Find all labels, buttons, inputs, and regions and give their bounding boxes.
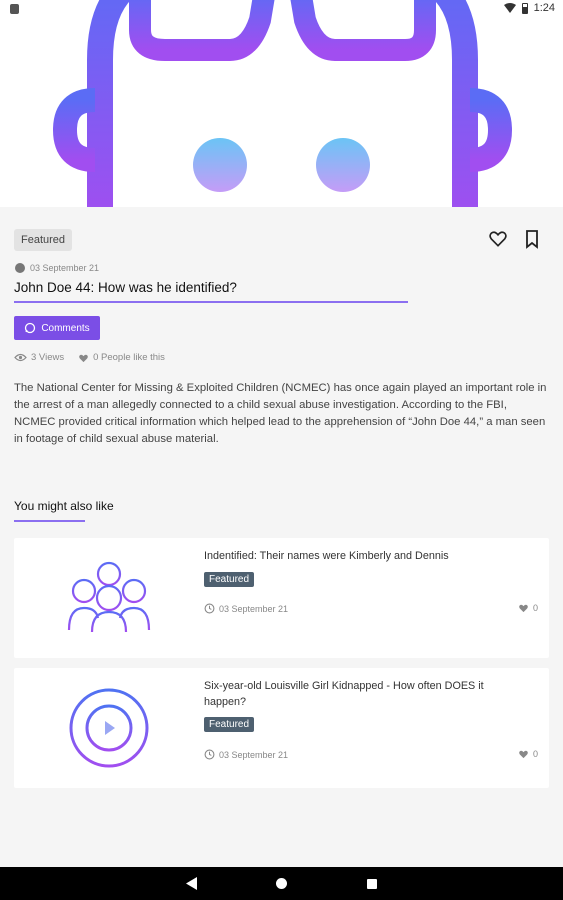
battery-icon [521,2,528,14]
related-card-likes: 0 [518,603,538,613]
eye-icon [14,353,27,362]
play-circle-icon [69,688,149,768]
related-card-date: 03 September 21 [219,603,289,614]
likes-stat: 0 People like this [78,352,165,363]
home-icon[interactable] [276,878,287,889]
group-people-icon [67,561,151,633]
related-card-title: Indentified: Their names were Kimberly a… [204,550,449,562]
status-time: 1:24 [533,2,555,14]
related-card-likes-count: 0 [532,749,538,759]
back-icon[interactable] [186,877,198,890]
related-card-date: 03 September 21 [219,749,289,760]
heart-filled-icon [519,604,528,613]
navigation-bar [0,867,563,900]
notification-icon [10,4,19,14]
wifi-icon [503,3,516,13]
clock-icon [15,263,25,273]
clock-icon [204,749,215,760]
recents-icon[interactable] [367,879,377,889]
left-eye [193,138,247,192]
heart-filled-icon [79,354,88,362]
article-stats: 3 Views 0 People like this [14,352,165,363]
child-face-illustration [52,0,513,207]
status-bar: 1:24 [0,0,563,18]
related-card-likes: 0 [518,749,538,759]
favorite-heart-icon[interactable] [488,229,508,249]
views-stat: 3 Views [14,352,64,363]
likes-count: 0 People like this [93,352,165,363]
article-title: John Doe 44: How was he identified? [14,280,237,295]
comments-label: Comments [41,322,90,334]
title-underline [14,301,408,303]
hero-image [0,0,563,207]
status-indicators: 1:24 [503,2,555,14]
related-card-date-row: 03 September 21 [204,603,288,614]
article-date-row: 03 September 21 [15,263,99,273]
article-date: 03 September 21 [30,263,100,273]
comment-bubble-icon [25,322,36,334]
right-eye [316,138,370,192]
views-count: 3 Views [31,352,65,363]
related-card[interactable]: Indentified: Their names were Kimberly a… [14,538,549,658]
related-card[interactable]: Six-year-old Louisville Girl Kidnapped -… [14,668,549,788]
related-card-title: Six-year-old Louisville Girl Kidnapped -… [204,680,484,708]
related-card-badge: Featured [204,717,255,732]
related-heading-underline [14,520,85,522]
bookmark-icon[interactable] [524,229,540,249]
related-card-date-row: 03 September 21 [204,749,288,760]
related-card-badge: Featured [204,572,255,587]
heart-filled-icon [519,750,528,759]
article-body: The National Center for Missing & Exploi… [14,382,547,445]
comments-button[interactable]: Comments [14,316,100,340]
related-card-likes-count: 0 [532,603,538,613]
featured-badge: Featured [14,229,73,251]
related-heading: You might also like [14,499,114,513]
clock-icon [204,603,215,614]
